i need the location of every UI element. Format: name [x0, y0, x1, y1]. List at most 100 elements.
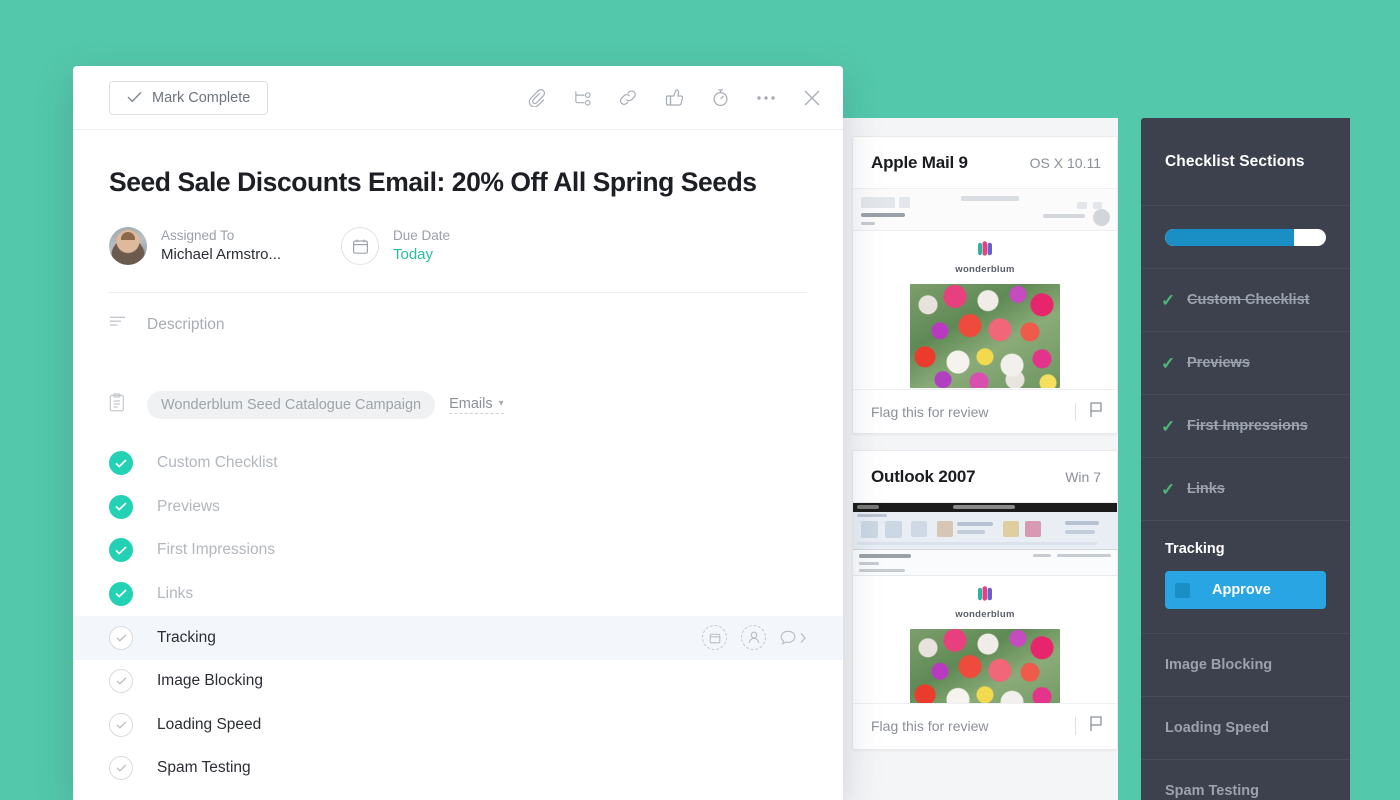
sidebar-item-first-impressions[interactable]: ✓ First Impressions [1141, 395, 1350, 458]
checkbox-icon[interactable] [109, 712, 133, 737]
checklist-item-label: Loading Speed [157, 715, 262, 733]
approve-button[interactable]: Approve [1165, 571, 1326, 609]
more-icon[interactable] [753, 85, 779, 111]
description-row[interactable]: Description [109, 293, 807, 334]
preview-card-footer: Flag this for review [853, 703, 1117, 748]
checkbox-icon[interactable] [109, 625, 133, 650]
preview-card-header: Apple Mail 9 OS X 10.11 [853, 137, 1117, 189]
checkbox-icon[interactable] [109, 538, 133, 563]
checkbox-icon[interactable] [109, 581, 133, 606]
sidebar-item-label: Previews [1187, 355, 1250, 371]
check-icon: ✓ [1161, 479, 1176, 499]
checklist-item-label: Tracking [157, 628, 216, 646]
task-title: Seed Sale Discounts Email: 20% Off All S… [109, 167, 757, 197]
sidebar-item-label: Tracking [1165, 541, 1225, 557]
checklist-item-label: Image Blocking [157, 672, 263, 690]
assign-user-icon[interactable] [741, 625, 766, 651]
brand-logo: wonderblum [853, 231, 1117, 275]
close-icon[interactable] [799, 85, 825, 111]
checkbox-icon[interactable] [109, 494, 133, 519]
screen: Apple Mail 9 OS X 10.11 wonderblum Flag … [0, 0, 1400, 800]
divider [1075, 403, 1076, 421]
sidebar-title: Checklist Sections [1165, 152, 1305, 170]
preview-client-name: Apple Mail 9 [871, 152, 968, 172]
sidebar-item-image-blocking[interactable]: Image Blocking [1141, 634, 1350, 697]
sidebar-item-links[interactable]: ✓ Links [1141, 458, 1350, 521]
chevron-down-icon: ▾ [498, 398, 504, 410]
check-icon: ✓ [1161, 416, 1176, 436]
flag-review-label: Flag this for review [871, 404, 989, 420]
check-icon: ✓ [1161, 290, 1176, 310]
due-date-value: Today [393, 246, 434, 264]
flag-review-label: Flag this for review [871, 718, 989, 734]
clipboard-icon [109, 392, 147, 417]
tulip-logo-icon [853, 586, 1117, 607]
timer-icon[interactable] [707, 85, 733, 111]
checklist-item-tracking[interactable]: Tracking [73, 615, 843, 660]
checklist-item-actions [702, 625, 807, 651]
flag-icon[interactable] [1089, 715, 1103, 737]
checklist-item-previews[interactable]: Previews [109, 485, 807, 529]
checklist-item-label: Custom Checklist [157, 454, 278, 472]
preview-client-name: Outlook 2007 [871, 466, 976, 486]
assignee-field[interactable]: Assigned To Michael Armstro... [109, 227, 341, 266]
sidebar-item-label: Custom Checklist [1187, 292, 1310, 308]
due-date-field[interactable]: Due Date Today [341, 227, 451, 266]
progress-bar-fill [1165, 228, 1294, 246]
preview-render: wonderblum [853, 503, 1117, 703]
flag-icon[interactable] [1089, 401, 1103, 423]
sidebar-item-custom-checklist[interactable]: ✓ Custom Checklist [1141, 269, 1350, 332]
project-row: Wonderblum Seed Catalogue Campaign Email… [109, 390, 807, 419]
comment-icon[interactable] [780, 630, 807, 645]
approve-button-label: Approve [1212, 582, 1271, 598]
sidebar-item-label: Spam Testing [1165, 783, 1259, 799]
checklist-item-label: Spam Testing [157, 759, 251, 777]
description-icon [109, 315, 147, 334]
preview-card[interactable]: Outlook 2007 Win 7 wonderblum Flag this … [852, 450, 1118, 750]
thumbs-up-icon[interactable] [661, 85, 687, 111]
project-section-dropdown[interactable]: Emails ▾ [449, 396, 504, 414]
checklist-item-spam-testing[interactable]: Spam Testing [109, 747, 807, 791]
checklist-item-loading-speed[interactable]: Loading Speed [109, 703, 807, 747]
checklist-item-links[interactable]: Links [109, 572, 807, 616]
checklist-item-label: Links [157, 584, 194, 602]
checkbox-icon[interactable] [109, 451, 133, 476]
preview-os-name: OS X 10.11 [1029, 154, 1101, 171]
description-placeholder: Description [147, 315, 225, 333]
preview-os-name: Win 7 [1065, 468, 1101, 485]
preview-card[interactable]: Apple Mail 9 OS X 10.11 wonderblum Flag … [852, 136, 1118, 434]
due-date-label: Due Date [393, 228, 451, 244]
task-detail-card: Mark Complete Seed Sale Discounts Email:… [73, 66, 843, 800]
assignee-name: Michael Armstro... [161, 246, 282, 264]
link-icon[interactable] [615, 85, 641, 111]
progress-row [1141, 206, 1350, 269]
assignee-label: Assigned To [161, 228, 235, 244]
checklist-item-label: Previews [157, 497, 220, 515]
checklist-item-custom-checklist[interactable]: Custom Checklist [109, 442, 807, 486]
approve-checkbox-icon [1175, 582, 1190, 598]
attachment-icon[interactable] [523, 85, 549, 111]
divider [1075, 717, 1076, 735]
sidebar-item-spam-testing[interactable]: Spam Testing [1141, 760, 1350, 800]
checkbox-icon[interactable] [109, 669, 133, 694]
checkbox-icon[interactable] [109, 756, 133, 781]
sidebar-item-previews[interactable]: ✓ Previews [1141, 332, 1350, 395]
sidebar-item-label: Loading Speed [1165, 720, 1269, 736]
calendar-icon [341, 227, 379, 266]
subtask-icon[interactable] [569, 85, 595, 111]
mark-complete-label: Mark Complete [152, 89, 251, 106]
set-due-date-icon[interactable] [702, 625, 727, 651]
project-chip[interactable]: Wonderblum Seed Catalogue Campaign [147, 390, 436, 419]
avatar [109, 227, 147, 266]
sidebar-item-label: Image Blocking [1165, 657, 1273, 673]
preview-render: wonderblum [853, 189, 1117, 389]
brand-logo: wonderblum [853, 576, 1117, 620]
mac-mail-chrome [853, 189, 1117, 231]
mark-complete-button[interactable]: Mark Complete [109, 80, 269, 115]
sidebar-item-loading-speed[interactable]: Loading Speed [1141, 697, 1350, 760]
brand-name: wonderblum [955, 609, 1015, 620]
brand-name: wonderblum [955, 264, 1015, 275]
checklist-item-first-impressions[interactable]: First Impressions [109, 529, 807, 573]
checklist-item-image-blocking[interactable]: Image Blocking [109, 660, 807, 704]
sidebar-item-tracking[interactable]: Tracking Approve [1141, 521, 1350, 634]
